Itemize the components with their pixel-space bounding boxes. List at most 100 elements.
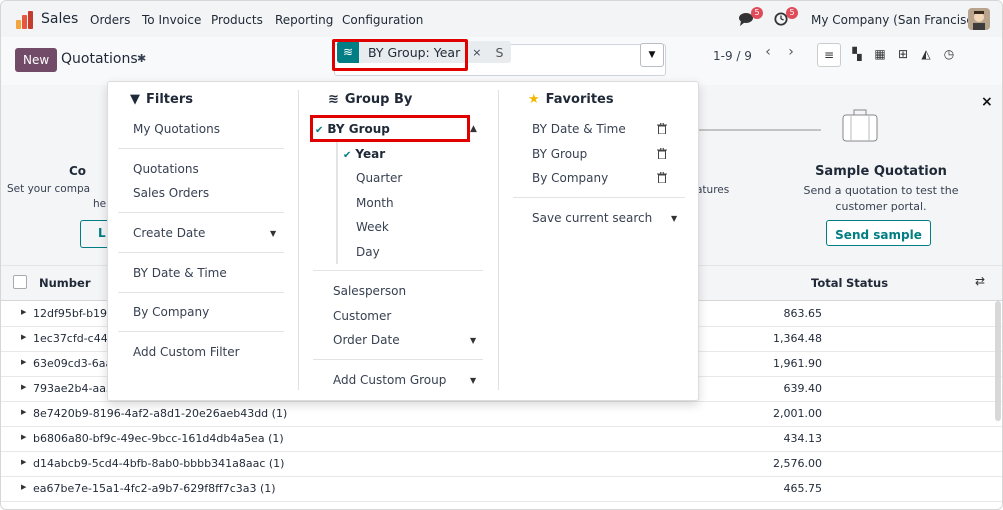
groupby-month[interactable]: Month: [356, 196, 394, 210]
list-view-icon[interactable]: ≡: [817, 43, 841, 67]
groupby-heading: ≋ Group By: [328, 92, 413, 107]
banner-left-desc: Set your compa: [7, 183, 91, 195]
add-custom-filter[interactable]: Add Custom Filter: [133, 345, 240, 359]
search-options-toggle[interactable]: ▼: [640, 43, 664, 67]
new-button[interactable]: New: [15, 48, 58, 72]
add-custom-group[interactable]: Add Custom Group: [333, 373, 446, 387]
separator: [313, 270, 483, 271]
top-navbar: Sales Orders To Invoice Products Reporti…: [1, 1, 1002, 38]
nav-orders[interactable]: Orders: [90, 13, 130, 27]
favorite-by-date-time[interactable]: BY Date & Time: [532, 122, 626, 136]
banner-left-desc-2: he: [93, 198, 107, 210]
highlight-facet-box: [332, 39, 468, 71]
graph-view-icon[interactable]: ◭: [915, 43, 937, 65]
facet-remove-icon[interactable]: ×: [472, 46, 481, 59]
column-number[interactable]: Number: [39, 276, 91, 290]
send-sample-button[interactable]: Send sample: [826, 220, 931, 246]
chevron-down-icon[interactable]: ▼: [671, 214, 677, 223]
expand-icon: ▶: [21, 483, 27, 491]
separator: [118, 331, 284, 332]
separator: [118, 212, 284, 213]
table-scrollbar[interactable]: [995, 301, 1001, 421]
trash-icon[interactable]: [657, 123, 667, 134]
chevron-up-icon[interactable]: ▲: [470, 124, 477, 134]
company-switcher[interactable]: My Company (San Francisco): [811, 13, 985, 27]
suitcase-illustration-icon: [842, 109, 878, 142]
groupby-year[interactable]: ✔ Year: [343, 147, 385, 161]
groupby-week[interactable]: Week: [356, 220, 389, 234]
groupby-customer[interactable]: Customer: [333, 309, 391, 323]
filter-create-date[interactable]: Create Date: [133, 226, 205, 240]
groupby-quarter[interactable]: Quarter: [356, 171, 402, 185]
column-status[interactable]: Status: [846, 276, 888, 290]
groupby-day[interactable]: Day: [356, 245, 380, 259]
pivot-view-icon[interactable]: ⊞: [892, 43, 914, 65]
kanban-view-icon[interactable]: ▚: [846, 43, 868, 65]
trash-icon[interactable]: [657, 172, 667, 183]
column-total[interactable]: Total: [811, 276, 842, 290]
select-all-checkbox[interactable]: [13, 275, 27, 289]
expand-icon: ▶: [21, 433, 27, 441]
sales-app-icon[interactable]: [16, 11, 34, 29]
chevron-down-icon[interactable]: ▼: [270, 229, 276, 238]
column-divider: [498, 90, 499, 390]
filter-sales-orders[interactable]: Sales Orders: [133, 186, 209, 200]
save-current-search[interactable]: Save current search: [532, 211, 652, 225]
table-row[interactable]: ▶ d14abcb9-5cd4-4bfb-8ab0-bbbb341a8aac (1…: [1, 451, 1002, 477]
nav-app-name[interactable]: Sales: [41, 11, 78, 27]
activity-view-icon[interactable]: ◷: [938, 43, 960, 65]
nav-to-invoice[interactable]: To Invoice: [142, 13, 201, 27]
layers-icon: ≋: [328, 92, 339, 107]
filter-quotations[interactable]: Quotations: [133, 162, 199, 176]
filters-heading: ▼ Filters: [130, 92, 193, 107]
expand-icon: ▶: [21, 458, 27, 466]
nav-products[interactable]: Products: [211, 13, 263, 27]
favorite-by-company[interactable]: By Company: [532, 171, 608, 185]
expand-icon: ▶: [21, 333, 27, 341]
chevron-down-icon[interactable]: ▼: [470, 336, 476, 345]
filter-my-quotations[interactable]: My Quotations: [133, 122, 220, 136]
expand-icon: ▶: [21, 383, 27, 391]
separator: [118, 148, 284, 149]
column-options-icon[interactable]: ⇄: [975, 274, 985, 288]
pager-value[interactable]: 1-9 / 9: [713, 49, 752, 63]
chevron-down-icon[interactable]: ▼: [470, 376, 476, 385]
favorite-by-group[interactable]: BY Group: [532, 147, 587, 161]
nav-reporting[interactable]: Reporting: [275, 13, 333, 27]
expand-icon: ▶: [21, 308, 27, 316]
star-icon: ★: [528, 92, 540, 107]
activity-badge: 5: [786, 7, 798, 19]
separator: [118, 292, 284, 293]
separator: [513, 197, 685, 198]
banner-left-title: Co: [69, 164, 87, 178]
separator: [313, 359, 483, 360]
separator: [118, 252, 284, 253]
banner-close-icon[interactable]: ×: [981, 94, 993, 110]
expand-icon: ▶: [21, 408, 27, 416]
table-row[interactable]: ▶ 8e7420b9-8196-4af2-a8d1-20e26aeb43dd (1…: [1, 401, 1002, 427]
sub-group-line: [336, 140, 338, 264]
search-text-cursor: S: [495, 44, 504, 60]
expand-icon: ▶: [21, 358, 27, 366]
calendar-view-icon[interactable]: ▦: [869, 43, 891, 65]
trash-icon[interactable]: [657, 148, 667, 159]
sample-quotation-desc: Send a quotation to test the customer po…: [803, 184, 959, 213]
pager-prev-icon[interactable]: ‹: [758, 42, 778, 64]
table-row[interactable]: ▶ b6806a80-bf9c-49ec-9bcc-161d4db4a5ea (1…: [1, 426, 1002, 452]
highlight-by-group-box: [310, 115, 470, 142]
gear-icon[interactable]: ✱: [137, 52, 146, 65]
table-row[interactable]: ▶ ea67be7e-15a1-4fc2-a9b7-629f8ff7c3a3 (1…: [1, 476, 1002, 502]
pager-next-icon[interactable]: ›: [781, 42, 801, 64]
banner-mid-desc: atures: [696, 184, 730, 196]
nav-configuration[interactable]: Configuration: [342, 13, 423, 27]
app-window: Sales Orders To Invoice Products Reporti…: [0, 0, 1003, 510]
chat-badge: 5: [751, 7, 763, 19]
user-avatar[interactable]: [968, 8, 990, 30]
column-divider: [298, 90, 299, 390]
sample-quotation-title: Sample Quotation: [815, 164, 947, 179]
filter-by-company[interactable]: By Company: [133, 305, 209, 319]
filter-by-date-time[interactable]: BY Date & Time: [133, 266, 227, 280]
groupby-salesperson[interactable]: Salesperson: [333, 284, 406, 298]
groupby-order-date[interactable]: Order Date: [333, 333, 400, 347]
check-icon: ✔: [343, 150, 352, 161]
